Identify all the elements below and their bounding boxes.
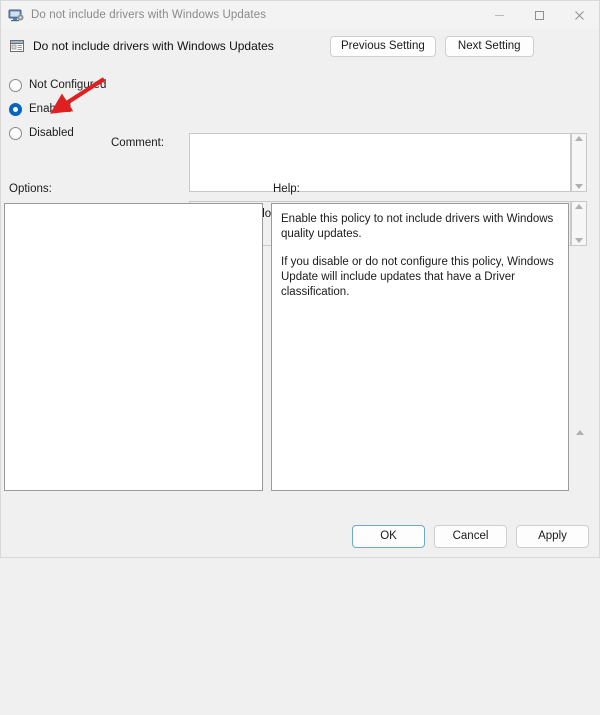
dialog-footer: OK Cancel Apply	[1, 517, 599, 557]
policy-state-area: Not Configured Enabled Disabled Comment:…	[1, 63, 599, 246]
help-label: Help:	[273, 183, 300, 195]
options-label: Options:	[9, 183, 52, 195]
policy-state-radiogroup: Not Configured Enabled Disabled	[9, 73, 109, 145]
radio-not-configured-label: Not Configured	[29, 79, 107, 91]
policy-setting-icon	[9, 38, 25, 54]
ok-button[interactable]: OK	[352, 525, 425, 548]
scroll-up-icon[interactable]	[575, 136, 583, 141]
panes-area: Enable this policy to not include driver…	[1, 203, 599, 517]
title-bar[interactable]: Do not include drivers with Windows Upda…	[1, 1, 599, 29]
radio-not-configured[interactable]: Not Configured	[9, 73, 109, 97]
scroll-up-icon[interactable]	[576, 430, 584, 435]
setting-navigation: Previous Setting Next Setting	[330, 36, 534, 57]
close-button[interactable]	[559, 1, 599, 29]
window-monitor-icon	[8, 7, 24, 23]
radio-enabled[interactable]: Enabled	[9, 97, 109, 121]
apply-button[interactable]: Apply	[516, 525, 589, 548]
footer-buttons: OK Cancel Apply	[352, 525, 589, 548]
options-pane[interactable]	[4, 203, 263, 491]
policy-title: Do not include drivers with Windows Upda…	[33, 39, 274, 53]
radio-disabled[interactable]: Disabled	[9, 121, 109, 145]
policy-setting-dialog: Do not include drivers with Windows Upda…	[0, 0, 600, 558]
cancel-button[interactable]: Cancel	[434, 525, 507, 548]
help-pane: Enable this policy to not include driver…	[271, 203, 569, 491]
maximize-button[interactable]	[519, 1, 559, 29]
radio-enabled-indicator	[9, 102, 22, 116]
window-controls	[479, 1, 599, 29]
window-title: Do not include drivers with Windows Upda…	[31, 9, 267, 21]
help-paragraph-1: Enable this policy to not include driver…	[281, 213, 554, 240]
radio-disabled-indicator	[9, 126, 22, 140]
section-labels: Options: Help:	[1, 181, 599, 203]
radio-disabled-label: Disabled	[29, 127, 74, 139]
minimize-button[interactable]	[479, 1, 519, 29]
previous-setting-button[interactable]: Previous Setting	[330, 36, 436, 57]
radio-enabled-label: Enabled	[29, 103, 72, 115]
help-scrollbar[interactable]	[572, 427, 588, 715]
next-setting-button[interactable]: Next Setting	[444, 36, 534, 57]
comment-label: Comment:	[111, 137, 165, 149]
radio-not-configured-indicator	[9, 78, 22, 92]
policy-header: Do not include drivers with Windows Upda…	[1, 29, 599, 63]
help-paragraph-2: If you disable or do not configure this …	[281, 256, 554, 298]
